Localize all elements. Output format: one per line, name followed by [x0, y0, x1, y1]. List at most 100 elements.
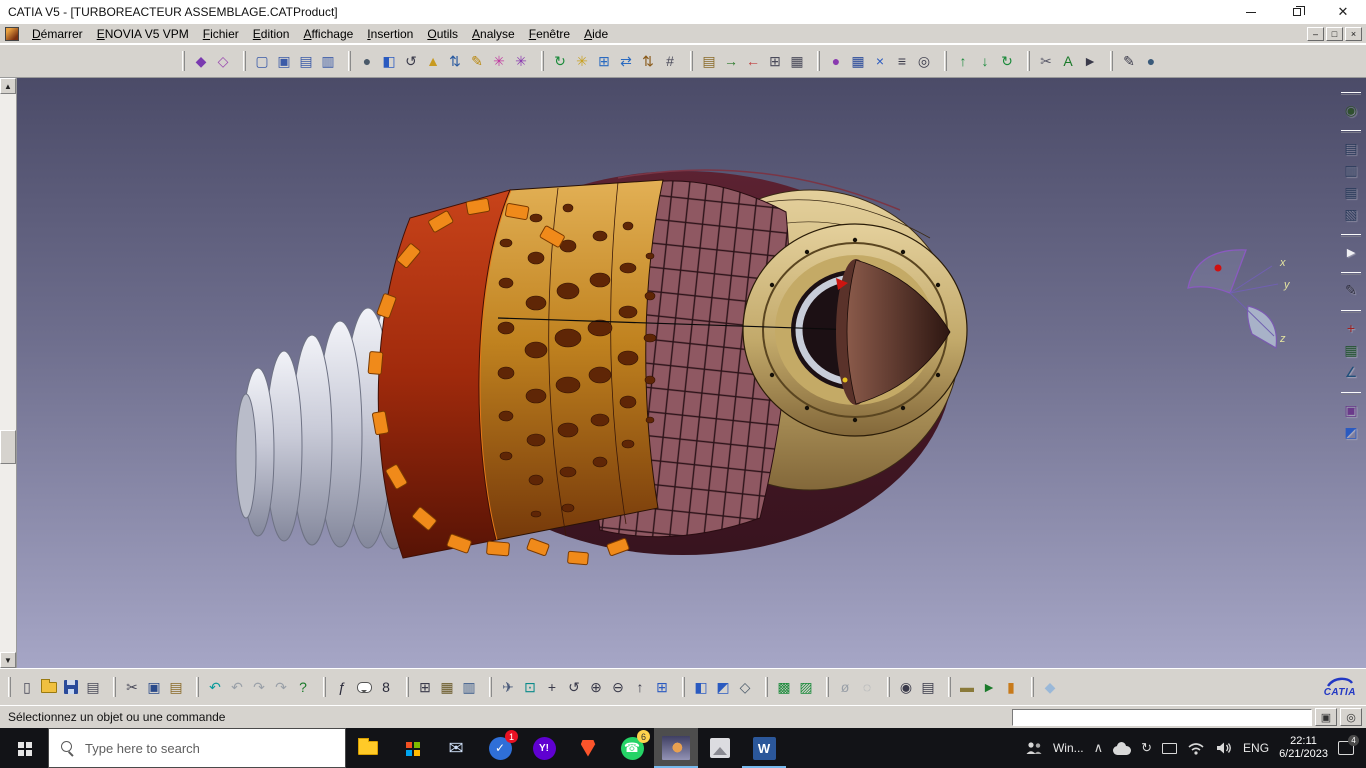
fly-through-icon[interactable]: ◉	[1340, 99, 1362, 121]
people-icon[interactable]	[1025, 741, 1043, 755]
swap-axes-icon[interactable]: ⇅	[444, 50, 466, 72]
minimize-button[interactable]	[1228, 0, 1274, 24]
shaded-sphere-icon[interactable]: ●	[356, 50, 378, 72]
toolbar-drag-handle[interactable]	[690, 51, 693, 71]
mail-button[interactable]: ✉	[434, 728, 478, 768]
power-input-field[interactable]	[1012, 708, 1312, 726]
active-document-icon[interactable]	[5, 26, 19, 41]
toolbar-drag-handle[interactable]	[1341, 92, 1361, 95]
new-file-icon[interactable]: ▯	[16, 676, 38, 698]
export-document-icon[interactable]: ↑	[952, 50, 974, 72]
eraser-wedge-icon[interactable]: ◆	[1039, 676, 1061, 698]
catia-window-button[interactable]	[654, 728, 698, 768]
menu-fichier[interactable]: Fichier	[196, 25, 246, 43]
user-profile-icon[interactable]: ●	[1140, 50, 1162, 72]
taskbar-search[interactable]: Type here to search	[48, 728, 346, 768]
compass-manipulation-handle[interactable]	[1214, 264, 1222, 272]
shaded-view-icon[interactable]: ◩	[712, 676, 734, 698]
tree-table-icon[interactable]: ▥	[1340, 159, 1362, 181]
paste-icon[interactable]: ▤	[165, 676, 187, 698]
menu-fen-tre[interactable]: Fenêtre	[522, 25, 577, 43]
pan-icon[interactable]: +	[541, 676, 563, 698]
toolbar-drag-handle[interactable]	[489, 677, 492, 697]
menu-affichage[interactable]: Affichage	[296, 25, 360, 43]
menu-enovia-v5-vpm[interactable]: ENOVIA V5 VPM	[90, 25, 196, 43]
insert-component-icon[interactable]: ⊞	[593, 50, 615, 72]
toolbar-drag-handle[interactable]	[243, 51, 246, 71]
volume-icon[interactable]	[1215, 741, 1233, 755]
toolbar-drag-handle[interactable]	[944, 51, 947, 71]
datum-icon[interactable]: 8	[375, 676, 397, 698]
wifi-icon[interactable]	[1187, 741, 1205, 755]
start-button[interactable]	[0, 728, 48, 768]
sketcher-icon[interactable]: ✎	[466, 50, 488, 72]
tray-overflow-chevron-icon[interactable]: ∧	[1094, 740, 1104, 756]
3d-viewport[interactable]: x y z x y z ▲ ▼ ◉▤▥▦▧►✎+▦∠▣◩	[0, 78, 1366, 668]
analyze-table-icon[interactable]: ▦	[786, 50, 808, 72]
macro-play-icon[interactable]: ►	[978, 676, 1000, 698]
toolbar-drag-handle[interactable]	[765, 677, 768, 697]
undo-history-icon[interactable]: ↶	[226, 676, 248, 698]
toolbar-drag-handle[interactable]	[1110, 51, 1113, 71]
new-product-icon[interactable]: ▣	[273, 50, 295, 72]
restore-button[interactable]	[1274, 0, 1320, 24]
hide-show-icon[interactable]: ø	[834, 676, 856, 698]
toolbar-drag-handle[interactable]	[1341, 310, 1361, 313]
spell-check-icon[interactable]: A	[1057, 50, 1079, 72]
trim-icon[interactable]: ✂	[1035, 50, 1057, 72]
import-document-icon[interactable]: ↓	[974, 50, 996, 72]
close-button[interactable]: ✕	[1320, 0, 1366, 24]
generate-numbering-icon[interactable]: #	[659, 50, 681, 72]
search-icon[interactable]: ◎	[913, 50, 935, 72]
whatsapp-button[interactable]: ☎ 6	[610, 728, 654, 768]
measure-angle-icon[interactable]: ∠	[1340, 361, 1362, 383]
toolbar-drag-handle[interactable]	[541, 51, 544, 71]
paste-special-icon[interactable]: ▤	[698, 50, 720, 72]
toolbar-drag-handle[interactable]	[182, 51, 185, 71]
view-compass[interactable]: x y z	[1168, 236, 1318, 356]
toolbar-drag-handle[interactable]	[1027, 51, 1030, 71]
replace-component-icon[interactable]: ⇄	[615, 50, 637, 72]
gear-yellow-icon[interactable]: ✳	[571, 50, 593, 72]
menu-d-marrer[interactable]: Démarrer	[25, 25, 90, 43]
toolbar-drag-handle[interactable]	[348, 51, 351, 71]
win-people-label[interactable]: Win...	[1053, 741, 1084, 755]
scrollbar-thumb[interactable]	[0, 430, 16, 464]
toolbar-drag-handle[interactable]	[826, 677, 829, 697]
pen-icon[interactable]: ✎	[1118, 50, 1140, 72]
specification-tree-icon[interactable]: ≡	[891, 50, 913, 72]
render-tools-icon[interactable]: ◩	[1340, 421, 1362, 443]
toolbar-drag-handle[interactable]	[1341, 272, 1361, 275]
formula-icon[interactable]: ƒ	[331, 676, 353, 698]
catalog-browser-icon[interactable]: ▦	[436, 676, 458, 698]
new-component-icon[interactable]: ▢	[251, 50, 273, 72]
left-scrollbar[interactable]: ▲ ▼	[0, 78, 17, 668]
cone-tool-icon[interactable]: ▲	[422, 50, 444, 72]
apply-material-icon[interactable]: ▩	[773, 676, 795, 698]
sync-icon[interactable]: ↻	[1141, 740, 1152, 756]
yahoo-button[interactable]: Y!	[522, 728, 566, 768]
lock-icon[interactable]: ▣	[1340, 399, 1362, 421]
fly-mode-icon[interactable]: ✈	[497, 676, 519, 698]
scroll-up-icon[interactable]: ▲	[0, 78, 16, 94]
menu-aide[interactable]: Aide	[577, 25, 615, 43]
break-link-icon[interactable]: ←	[742, 50, 764, 72]
fit-all-in-icon[interactable]: ⊡	[519, 676, 541, 698]
pencil-tool-icon[interactable]: ✎	[1340, 279, 1362, 301]
zoom-in-icon[interactable]: ⊕	[585, 676, 607, 698]
open-folder-icon[interactable]	[38, 676, 60, 698]
mdi-close-button[interactable]: ×	[1345, 26, 1362, 41]
close-document-icon[interactable]: ×	[869, 50, 891, 72]
copy-icon[interactable]: ▣	[143, 676, 165, 698]
zoom-out-icon[interactable]: ⊖	[607, 676, 629, 698]
update-icon[interactable]: ↻	[549, 50, 571, 72]
save-management-icon[interactable]: ▦	[847, 50, 869, 72]
synchronize-icon[interactable]: ↻	[996, 50, 1018, 72]
toolbar-drag-handle[interactable]	[1341, 234, 1361, 237]
onedrive-cloud-icon[interactable]	[1113, 741, 1132, 755]
language-indicator[interactable]: ENG	[1243, 741, 1269, 755]
wireframe-view-icon[interactable]: ◇	[734, 676, 756, 698]
brave-button[interactable]	[566, 728, 610, 768]
select-pointer-icon[interactable]: ►	[1079, 50, 1101, 72]
menu-edition[interactable]: Edition	[246, 25, 297, 43]
